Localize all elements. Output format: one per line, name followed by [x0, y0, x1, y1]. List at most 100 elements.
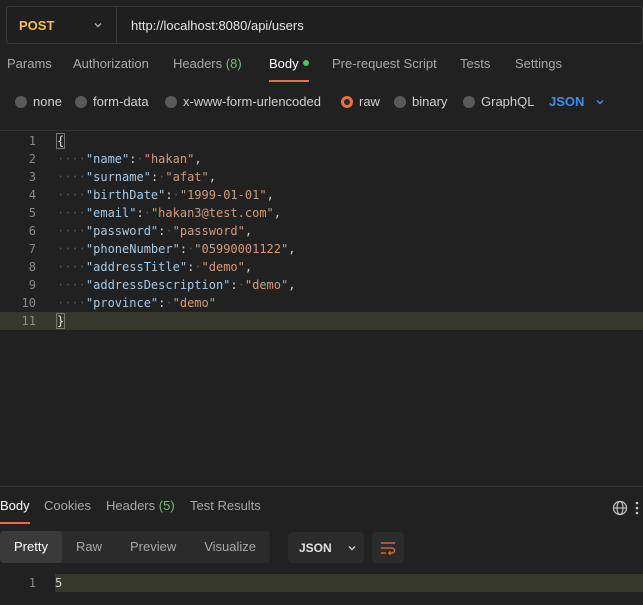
current-line-highlight [55, 574, 643, 592]
line-number: 6 [28, 224, 36, 238]
tab-headers[interactable]: Headers (8) [173, 56, 242, 82]
code-line: 7 ····"phoneNumber":·"05990001122", [0, 240, 643, 258]
tab-label: Headers [173, 56, 223, 71]
response-tabs: Body Cookies Headers (5) Test Results [0, 498, 643, 524]
json-value: "hakan" [143, 152, 195, 166]
tab-label: Tests [460, 56, 491, 71]
code-line: 1{ [0, 132, 643, 150]
view-raw[interactable]: Raw [62, 531, 116, 563]
view-pretty[interactable]: Pretty [0, 531, 62, 563]
radio-icon [165, 95, 177, 108]
line-number: 8 [28, 260, 36, 274]
code-line-current: 11} [0, 312, 643, 330]
json-key: "province" [85, 296, 159, 310]
tab-label: Test Results [190, 498, 261, 513]
radio-icon [394, 95, 406, 108]
body-type-binary[interactable]: binary [394, 94, 447, 109]
view-visualize[interactable]: Visualize [190, 531, 270, 563]
headers-count: (8) [225, 56, 242, 71]
line-number: 2 [28, 152, 36, 166]
tab-body[interactable]: Body [269, 56, 309, 82]
tab-authorization[interactable]: Authorization [73, 56, 149, 82]
tab-label: Pre-request Script [332, 56, 437, 71]
line-number: 10 [21, 296, 36, 310]
json-value: "demo" [172, 296, 216, 310]
active-tab-underline [0, 522, 30, 524]
radio-label: GraphQL [481, 94, 535, 109]
body-type-x-www-form-urlencoded[interactable]: x-www-form-urlencoded [165, 94, 321, 109]
url-bar: POST http://localhost:8080/api/users [6, 6, 643, 44]
response-value: 5 [55, 576, 63, 590]
tab-label: Settings [515, 56, 562, 71]
radio-icon [463, 95, 475, 108]
code-line: 2 ····"name":·"hakan", [0, 150, 643, 168]
radio-label: binary [412, 94, 448, 109]
response-format-dropdown[interactable]: JSON [288, 532, 364, 563]
response-view-tabs: Pretty Raw Preview Visualize [0, 531, 271, 563]
tab-label: Cookies [44, 498, 91, 513]
request-body-editor[interactable]: 1{ 2 ····"name":·"hakan", 3 ····"surname":… [0, 132, 643, 486]
chevron-down-icon [596, 99, 604, 104]
code-line: 6 ····"password":·"password", [0, 222, 643, 240]
json-key: "birthDate" [85, 188, 166, 202]
body-type-selector: none form-data x-www-form-urlencoded raw… [0, 94, 643, 112]
json-value: "hakan3@test.com" [150, 206, 274, 220]
tab-settings[interactable]: Settings [515, 56, 562, 82]
open-brace: { [55, 133, 66, 149]
chevron-down-icon [348, 545, 356, 550]
tab-tests[interactable]: Tests [460, 56, 490, 82]
json-key: "addressDescription" [85, 278, 231, 292]
line-number: 1 [28, 576, 36, 590]
body-type-form-data[interactable]: form-data [75, 94, 149, 109]
code-line: 5 ····"email":·"hakan3@test.com", [0, 204, 643, 222]
radio-selected-icon [341, 95, 353, 108]
headers-count: (5) [158, 498, 175, 513]
line-number: 4 [28, 188, 36, 202]
tab-label: Body [0, 498, 30, 513]
method-selector[interactable]: POST [7, 7, 117, 43]
json-key: "name" [85, 152, 130, 166]
radio-label: raw [359, 94, 380, 109]
body-indicator-dot [302, 60, 309, 66]
response-body[interactable]: 1 5 [0, 574, 643, 592]
json-key: "email" [85, 206, 137, 220]
tab-params[interactable]: Params [7, 56, 52, 82]
tab-pre-request-script[interactable]: Pre-request Script [332, 56, 437, 82]
line-number: 11 [21, 314, 36, 328]
line-number: 3 [28, 170, 36, 184]
radio-label: none [33, 94, 62, 109]
json-key: "surname" [85, 170, 151, 184]
body-type-raw[interactable]: raw [341, 94, 380, 109]
radio-icon [15, 95, 27, 108]
code-line: 10 ····"province":·"demo" [0, 294, 643, 312]
line-number: 7 [28, 242, 36, 256]
line-number: 1 [28, 134, 36, 148]
body-type-graphql[interactable]: GraphQL [463, 94, 534, 109]
response-tab-headers[interactable]: Headers (5) [106, 498, 175, 524]
code-line: 3 ····"surname":·"afat", [0, 168, 643, 186]
close-brace: } [55, 313, 66, 329]
json-value: "demo" [244, 278, 289, 292]
url-input[interactable]: http://localhost:8080/api/users [117, 18, 304, 33]
chevron-down-icon [94, 23, 102, 28]
json-key: "phoneNumber" [85, 242, 180, 256]
response-tab-cookies[interactable]: Cookies [44, 498, 91, 524]
json-value: "afat" [165, 170, 209, 184]
view-preview[interactable]: Preview [116, 531, 190, 563]
divider [0, 130, 643, 131]
response-format-label: JSON [299, 540, 332, 555]
json-value: "1999-01-01" [179, 188, 267, 202]
response-tab-body[interactable]: Body [0, 498, 30, 524]
body-type-none[interactable]: none [15, 94, 62, 109]
tab-label: Params [7, 56, 52, 71]
panel-divider[interactable] [0, 486, 643, 487]
wrap-lines-button[interactable] [372, 532, 404, 563]
body-language-dropdown[interactable]: JSON [549, 94, 606, 109]
more-options-icon[interactable] [634, 500, 640, 516]
tab-label: Authorization [73, 56, 149, 71]
json-value: "demo" [201, 260, 245, 274]
tab-label: Body [269, 56, 299, 71]
globe-icon[interactable] [612, 500, 628, 516]
response-tab-test-results[interactable]: Test Results [190, 498, 261, 524]
active-tab-underline [269, 80, 309, 82]
